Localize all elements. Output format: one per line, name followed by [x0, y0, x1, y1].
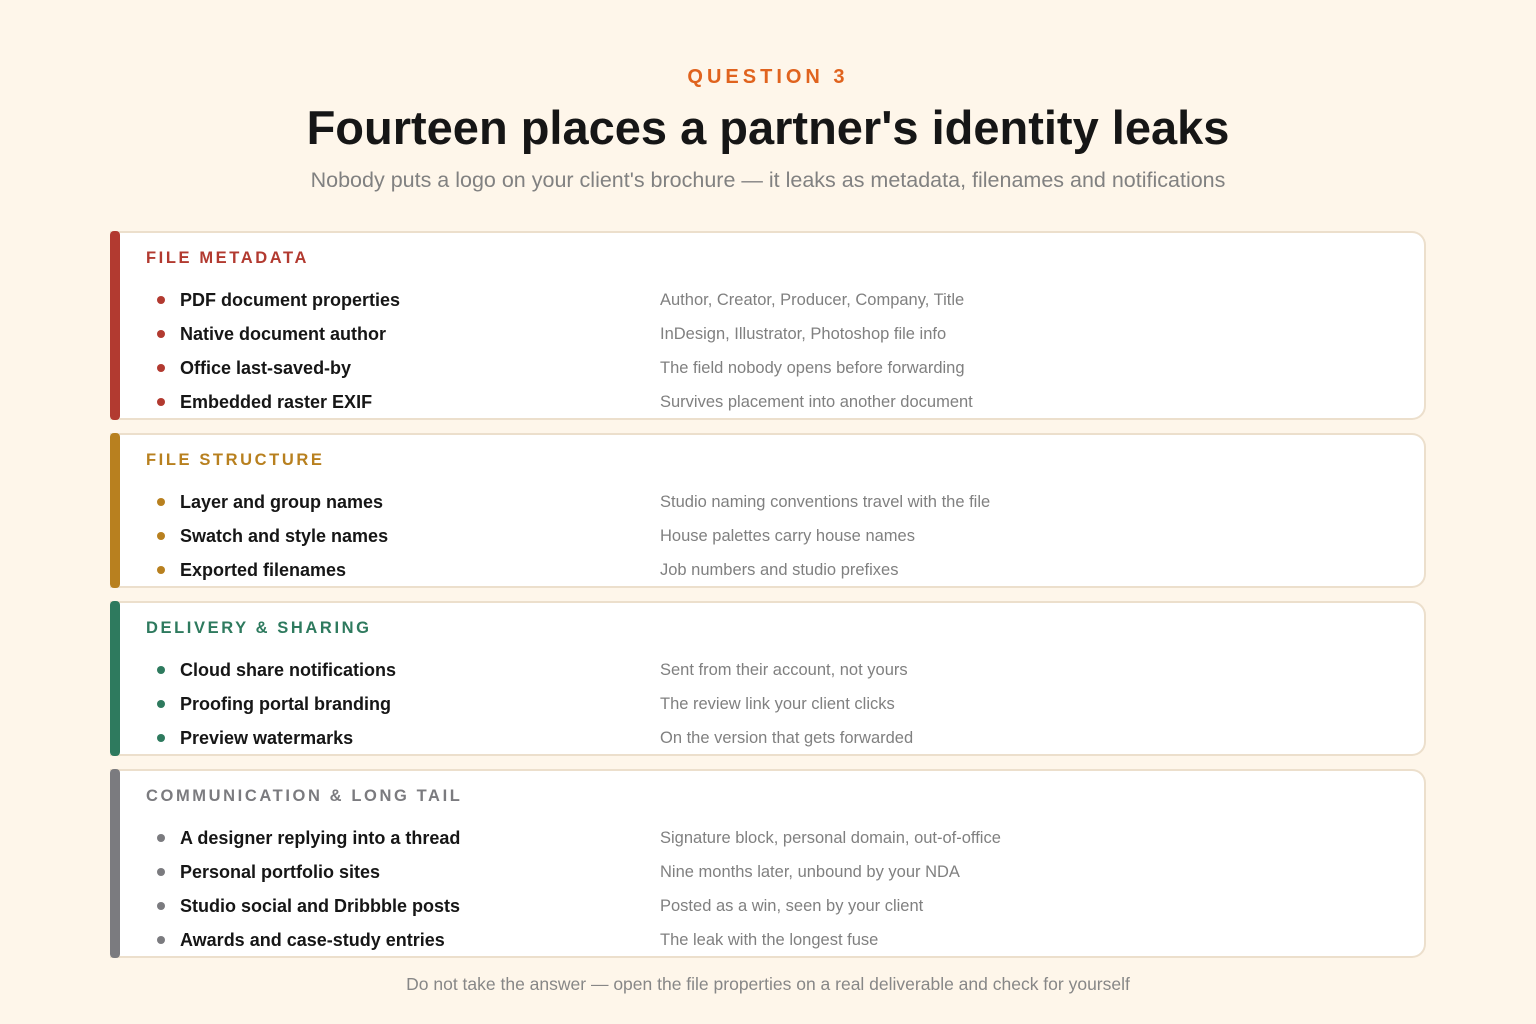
- section-item-list: PDF document properties Author, Creator,…: [110, 283, 1424, 419]
- item-description: Sent from their account, not yours: [660, 661, 908, 679]
- item-label: Proofing portal branding: [180, 694, 391, 714]
- list-item: Office last-saved-by The field nobody op…: [110, 351, 1424, 385]
- item-label: Layer and group names: [180, 492, 384, 512]
- item-description: Studio naming conventions travel with th…: [660, 493, 991, 511]
- item-description: The review link your client clicks: [660, 695, 895, 713]
- list-item: Native document author InDesign, Illustr…: [110, 317, 1424, 351]
- item-description: Author, Creator, Producer, Company, Titl…: [660, 291, 965, 309]
- bullet-icon: [157, 398, 165, 406]
- bullet-icon: [157, 296, 165, 304]
- section-item-list: Cloud share notifications Sent from thei…: [110, 653, 1424, 755]
- list-item: Embedded raster EXIF Survives placement …: [110, 385, 1424, 419]
- section-card-file-structure: FILE STRUCTURE Layer and group names Stu…: [110, 433, 1426, 588]
- list-item: Studio social and Dribbble posts Posted …: [110, 889, 1424, 923]
- item-label: Swatch and style names: [180, 526, 389, 546]
- item-description: Nine months later, unbound by your NDA: [660, 863, 960, 881]
- item-label: Embedded raster EXIF: [180, 392, 373, 412]
- bullet-icon: [157, 566, 165, 574]
- section-card-delivery-sharing: DELIVERY & SHARING Cloud share notificat…: [110, 601, 1426, 756]
- item-description: The field nobody opens before forwarding: [660, 359, 965, 377]
- bullet-icon: [157, 666, 165, 674]
- section-title: COMMUNICATION & LONG TAIL: [146, 787, 463, 805]
- bullet-icon: [157, 700, 165, 708]
- bullet-icon: [157, 936, 165, 944]
- section-title: FILE STRUCTURE: [146, 451, 325, 469]
- item-label: Native document author: [180, 324, 387, 344]
- bullet-icon: [157, 902, 165, 910]
- item-label: Cloud share notifications: [180, 660, 397, 680]
- list-item: Personal portfolio sites Nine months lat…: [110, 855, 1424, 889]
- bullet-icon: [157, 734, 165, 742]
- bullet-icon: [157, 498, 165, 506]
- section-item-list: A designer replying into a thread Signat…: [110, 821, 1424, 957]
- item-label: Exported filenames: [180, 560, 347, 580]
- item-label: A designer replying into a thread: [180, 828, 461, 848]
- section-card-communication-long-tail: COMMUNICATION & LONG TAIL A designer rep…: [110, 769, 1426, 958]
- item-label: Office last-saved-by: [180, 358, 352, 378]
- bullet-icon: [157, 330, 165, 338]
- footer-note: Do not take the answer — open the file p…: [406, 974, 1130, 994]
- list-item: Preview watermarks On the version that g…: [110, 721, 1424, 755]
- bullet-icon: [157, 532, 165, 540]
- item-label: Awards and case-study entries: [180, 930, 445, 950]
- list-item: Awards and case-study entries The leak w…: [110, 923, 1424, 957]
- question-label: QUESTION 3: [687, 66, 849, 88]
- item-description: House palettes carry house names: [660, 527, 915, 545]
- item-label: Studio social and Dribbble posts: [180, 896, 461, 916]
- item-description: On the version that gets forwarded: [660, 729, 914, 747]
- list-item: A designer replying into a thread Signat…: [110, 821, 1424, 855]
- list-item: Cloud share notifications Sent from thei…: [110, 653, 1424, 687]
- list-item: Proofing portal branding The review link…: [110, 687, 1424, 721]
- item-description: Signature block, personal domain, out-of…: [660, 829, 1001, 847]
- item-label: PDF document properties: [180, 290, 401, 310]
- item-description: Survives placement into another document: [660, 393, 973, 411]
- list-item: PDF document properties Author, Creator,…: [110, 283, 1424, 317]
- list-item: Exported filenames Job numbers and studi…: [110, 553, 1424, 587]
- bullet-icon: [157, 364, 165, 372]
- page-subtitle: Nobody puts a logo on your client's broc…: [310, 168, 1226, 192]
- item-label: Personal portfolio sites: [180, 862, 381, 882]
- section-card-file-metadata: FILE METADATA PDF document properties Au…: [110, 231, 1426, 420]
- item-description: InDesign, Illustrator, Photoshop file in…: [660, 325, 947, 343]
- list-item: Swatch and style names House palettes ca…: [110, 519, 1424, 553]
- page-title: Fourteen places a partner's identity lea…: [306, 101, 1230, 154]
- section-title: DELIVERY & SHARING: [146, 619, 372, 637]
- item-description: Posted as a win, seen by your client: [660, 897, 924, 915]
- item-label: Preview watermarks: [180, 728, 354, 748]
- bullet-icon: [157, 868, 165, 876]
- section-title: FILE METADATA: [146, 249, 310, 267]
- list-item: Layer and group names Studio naming conv…: [110, 485, 1424, 519]
- item-description: The leak with the longest fuse: [660, 931, 879, 949]
- section-item-list: Layer and group names Studio naming conv…: [110, 485, 1424, 587]
- item-description: Job numbers and studio prefixes: [660, 561, 899, 579]
- bullet-icon: [157, 834, 165, 842]
